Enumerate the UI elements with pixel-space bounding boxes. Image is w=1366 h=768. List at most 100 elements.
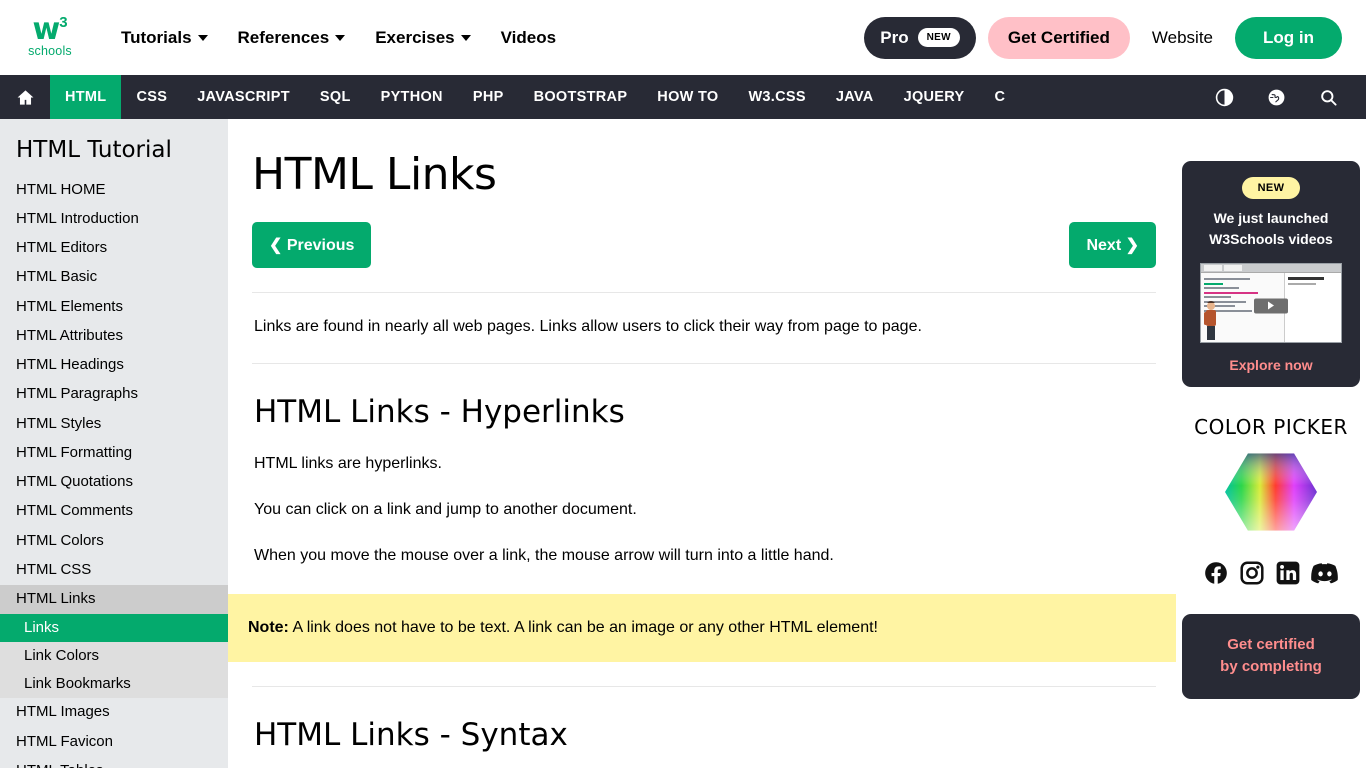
navbar-item-javascript[interactable]: JAVASCRIPT: [182, 75, 305, 119]
navbar-item-c[interactable]: C: [979, 75, 1020, 119]
pro-new-badge: NEW: [917, 28, 960, 47]
home-icon[interactable]: [0, 75, 50, 119]
sidebar-item-html-editors[interactable]: HTML Editors: [0, 234, 228, 263]
navbar-item-css[interactable]: CSS: [121, 75, 182, 119]
divider: [252, 363, 1156, 364]
cartoon-person-illustration: [1204, 300, 1216, 340]
page-title: HTML Links: [252, 149, 497, 200]
sidebar-item-html-home[interactable]: HTML HOME: [0, 175, 228, 204]
sidebar-item-html-elements[interactable]: HTML Elements: [0, 292, 228, 321]
thumbnail-tab: [1204, 264, 1222, 271]
sidebar-subitem-link-colors[interactable]: Link Colors: [0, 642, 228, 670]
sidebar-item-html-comments[interactable]: HTML Comments: [0, 497, 228, 526]
note-box: Note: A link does not have to be text. A…: [228, 594, 1176, 662]
navbar-item-python[interactable]: PYTHON: [366, 75, 458, 119]
explore-now-link[interactable]: Explore now: [1229, 357, 1312, 373]
navbar-item-bootstrap[interactable]: BOOTSTRAP: [519, 75, 643, 119]
chevron-down-icon: [460, 34, 471, 41]
sidebar-item-html-colors[interactable]: HTML Colors: [0, 526, 228, 555]
next-button[interactable]: Next ❯: [1069, 222, 1156, 268]
cert-line-1: Get certified: [1227, 635, 1315, 653]
nav-tutorials[interactable]: Tutorials: [106, 20, 223, 56]
facebook-icon[interactable]: [1203, 560, 1229, 586]
sidebar-title: HTML Tutorial: [16, 137, 172, 163]
globe-icon[interactable]: [1250, 75, 1302, 119]
sidebar-item-html-paragraphs[interactable]: HTML Paragraphs: [0, 380, 228, 409]
chevron-down-icon: [335, 34, 346, 41]
sidebar-item-html-styles[interactable]: HTML Styles: [0, 409, 228, 438]
sidebar-item-html-introduction[interactable]: HTML Introduction: [0, 204, 228, 233]
code-line: [1204, 278, 1251, 281]
promo-line-2: W3Schools videos: [1209, 230, 1333, 247]
linkedin-icon[interactable]: [1275, 560, 1301, 586]
sidebar-item-html-basic[interactable]: HTML Basic: [0, 263, 228, 292]
navbar-item-html[interactable]: HTML: [50, 75, 122, 119]
nav-references[interactable]: References: [223, 20, 361, 56]
sidebar-item-html-css[interactable]: HTML CSS: [0, 555, 228, 584]
code-line: [1204, 282, 1224, 285]
nav-references-label: References: [237, 27, 330, 47]
logo-schools-text: schools: [28, 43, 72, 58]
paragraph-2: You can click on a link and jump to anot…: [254, 501, 637, 518]
discord-icon[interactable]: [1311, 560, 1339, 586]
header-actions: Pro NEW Get Certified Website Log in: [864, 16, 1342, 59]
code-line: [1204, 287, 1239, 290]
sidebar-item-html-attributes[interactable]: HTML Attributes: [0, 321, 228, 350]
sidebar-item-html-formatting[interactable]: HTML Formatting: [0, 438, 228, 467]
promo-card-videos[interactable]: NEW We just launched W3Schools videos Ex…: [1182, 161, 1360, 387]
color-picker-title: COLOR PICKER: [1194, 414, 1348, 439]
navbar-item-php[interactable]: PHP: [458, 75, 519, 119]
sidebar-item-html-tables[interactable]: HTML Tables: [0, 756, 228, 768]
language-navbar: HTML CSS JAVASCRIPT SQL PYTHON PHP BOOTS…: [0, 75, 1366, 119]
thumbnail-browser-chrome: [1201, 263, 1341, 273]
thumbnail-tab: [1224, 264, 1242, 271]
get-certified-button[interactable]: Get Certified: [987, 16, 1130, 59]
intro-paragraph: Links are found in nearly all web pages.…: [254, 318, 922, 335]
navbar-item-sql[interactable]: SQL: [305, 75, 366, 119]
sidebar-item-html-headings[interactable]: HTML Headings: [0, 351, 228, 380]
nav-videos[interactable]: Videos: [486, 20, 571, 56]
video-thumbnail[interactable]: [1200, 262, 1342, 343]
certification-promo-card[interactable]: Get certified by completing: [1182, 613, 1360, 699]
sidebar-item-html-quotations[interactable]: HTML Quotations: [0, 468, 228, 497]
main-content: HTML Links ❮ Previous Next ❯ Links are f…: [228, 119, 1176, 768]
section-title-syntax: HTML Links - Syntax: [254, 717, 568, 753]
instagram-icon[interactable]: [1239, 560, 1265, 586]
nav-exercises-label: Exercises: [375, 27, 455, 47]
sidebar-item-html-links[interactable]: HTML Links: [0, 584, 228, 614]
sidebar-subgroup-links: Links Link Colors Link Bookmarks: [0, 613, 228, 698]
search-icon[interactable]: [1302, 75, 1354, 119]
thumbnail-preview-pane: [1285, 272, 1341, 342]
promo-line-1: We just launched: [1213, 210, 1329, 226]
section-title-hyperlinks: HTML Links - Hyperlinks: [254, 394, 625, 430]
website-link[interactable]: Website: [1130, 28, 1235, 48]
previous-button[interactable]: ❮ Previous: [252, 222, 372, 268]
navbar-item-w3css[interactable]: W3.CSS: [733, 75, 820, 119]
right-sidebar: NEW We just launched W3Schools videos Ex…: [1176, 119, 1366, 768]
paragraph-1: HTML links are hyperlinks.: [254, 455, 442, 472]
divider: [252, 686, 1156, 687]
navbar-item-java[interactable]: JAVA: [821, 75, 889, 119]
preview-paragraph: [1288, 282, 1316, 285]
w3schools-logo[interactable]: w 3 schools: [18, 12, 82, 64]
sidebar-item-html-favicon[interactable]: HTML Favicon: [0, 727, 228, 756]
play-button-icon[interactable]: [1254, 298, 1288, 314]
sidebar-subitem-links[interactable]: Links: [0, 613, 228, 642]
tutorial-pager: ❮ Previous Next ❯: [252, 222, 1156, 268]
contrast-icon[interactable]: [1198, 75, 1250, 119]
code-line: [1204, 291, 1258, 294]
social-links: [1203, 560, 1339, 586]
nav-exercises[interactable]: Exercises: [360, 20, 485, 56]
divider: [252, 292, 1156, 293]
play-triangle: [1268, 301, 1274, 310]
code-line: [1204, 296, 1231, 299]
navbar-item-jquery[interactable]: JQUERY: [889, 75, 980, 119]
navbar-item-how-to[interactable]: HOW TO: [642, 75, 733, 119]
sidebar-item-html-images[interactable]: HTML Images: [0, 698, 228, 727]
sidebar-subitem-link-bookmarks[interactable]: Link Bookmarks: [0, 670, 228, 698]
pro-button[interactable]: Pro NEW: [864, 16, 976, 59]
navbar-icon-group: [1198, 75, 1366, 119]
color-picker-hexagon[interactable]: [1225, 451, 1317, 538]
login-button[interactable]: Log in: [1235, 16, 1342, 59]
site-header: w 3 schools Tutorials References Exercis…: [0, 0, 1366, 75]
